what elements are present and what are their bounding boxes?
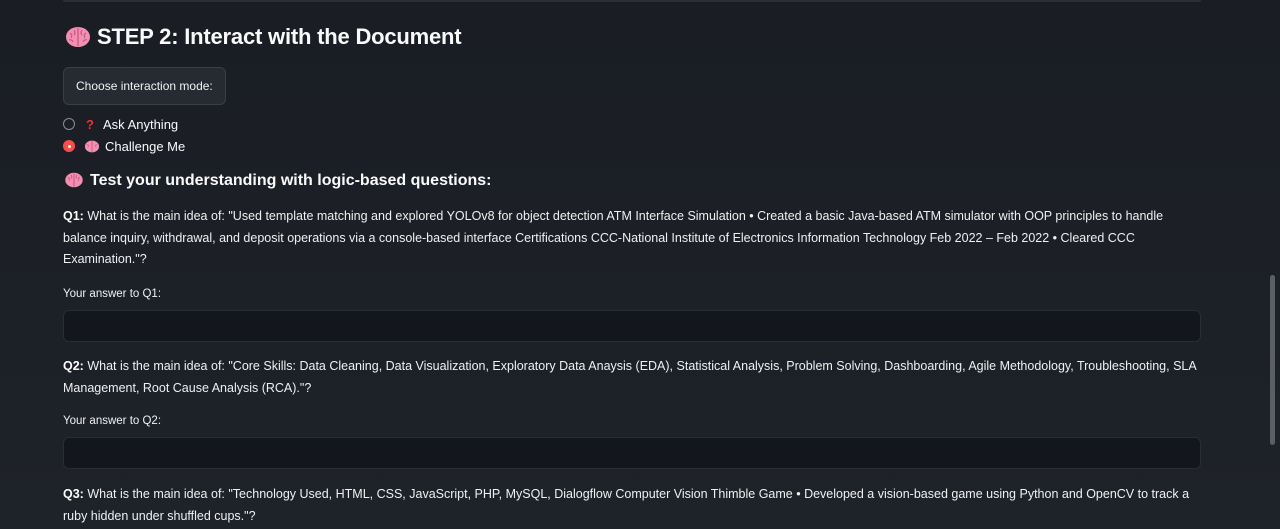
challenge-heading: Test your understanding with logic-based…	[64, 172, 492, 190]
brain-icon	[66, 27, 90, 47]
answer-input-q1[interactable]	[63, 310, 1201, 342]
step-title-text: STEP 2: Interact with the Document	[97, 24, 462, 49]
app-main: STEP 2: Interact with the Document Choos…	[0, 0, 1280, 529]
radio-circle-checked[interactable]	[63, 140, 75, 152]
answer-input-q2[interactable]	[63, 437, 1201, 469]
question-text: What is the main idea of: "Used template…	[63, 209, 1164, 266]
answer-label-q2: Your answer to Q2:	[63, 415, 162, 427]
interaction-mode-radio-group: ? Ask Anything Challenge Me	[63, 113, 185, 157]
brain-icon	[84, 140, 100, 152]
radio-label-challenge-me: Challenge Me	[105, 138, 186, 154]
question-q1: Q1: What is the main idea of: "Used temp…	[63, 206, 1203, 271]
vertical-scrollbar[interactable]	[1270, 275, 1275, 445]
challenge-heading-text: Test your understanding with logic-based…	[90, 172, 492, 189]
question-q3: Q3: What is the main idea of: "Technolog…	[63, 484, 1203, 527]
radio-circle-unchecked[interactable]	[63, 118, 75, 130]
radio-option-ask-anything[interactable]: ? Ask Anything	[63, 113, 185, 135]
radio-label-ask-anything: Ask Anything	[103, 116, 179, 132]
question-prefix: Q3:	[63, 487, 84, 501]
question-text: What is the main idea of: "Technology Us…	[63, 487, 1190, 523]
previous-section-edge	[63, 0, 1201, 2]
brain-icon	[65, 172, 83, 188]
question-mark-icon: ?	[86, 116, 94, 132]
question-q2: Q2: What is the main idea of: "Core Skil…	[63, 356, 1203, 399]
page-title: STEP 2: Interact with the Document	[65, 24, 462, 50]
question-text: What is the main idea of: "Core Skills: …	[63, 359, 1197, 395]
question-prefix: Q2:	[63, 359, 84, 373]
radio-option-challenge-me[interactable]: Challenge Me	[63, 135, 185, 157]
interaction-mode-label: Choose interaction mode:	[63, 67, 226, 105]
answer-label-q1: Your answer to Q1:	[63, 288, 162, 300]
question-prefix: Q1:	[63, 209, 84, 223]
